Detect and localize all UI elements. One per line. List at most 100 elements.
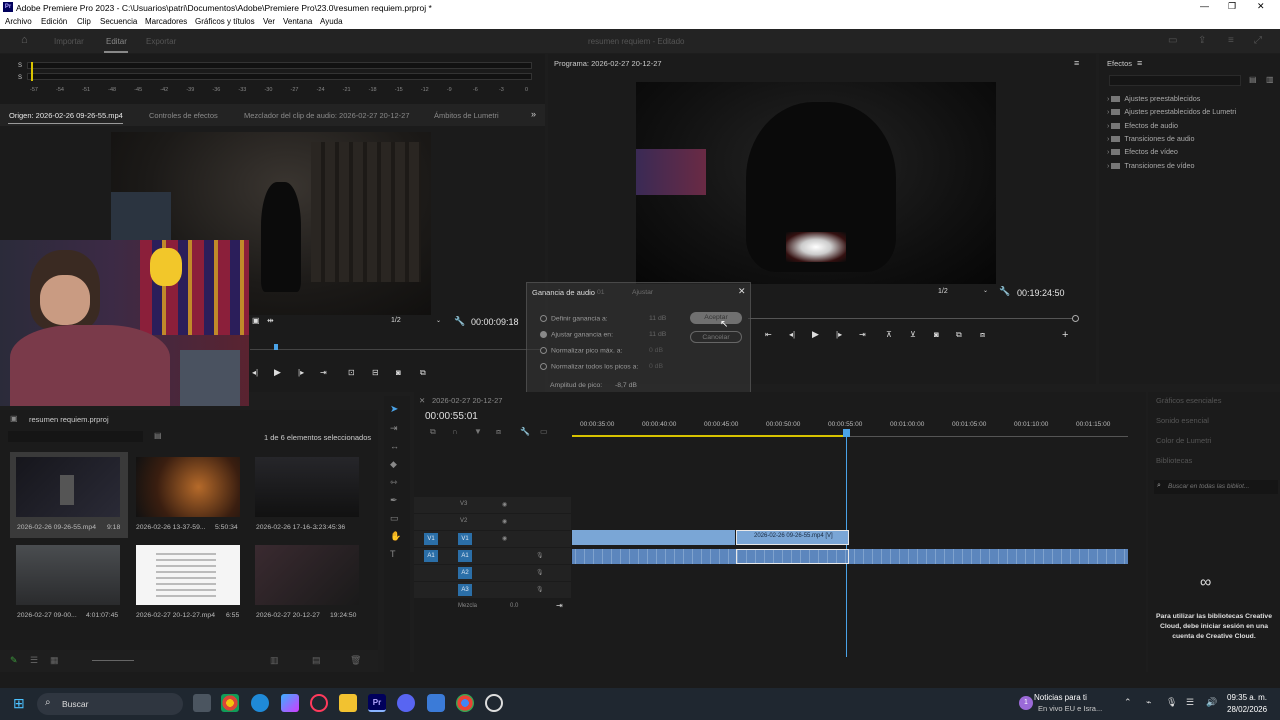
project-thumb[interactable] [136,545,240,605]
close-sequence-icon[interactable]: ✕ [419,396,425,405]
play-icon[interactable]: ▶ [812,329,819,340]
master-value[interactable]: 0.0 [510,603,518,609]
menu-icon[interactable]: ≡ [1228,35,1234,46]
source-playhead[interactable] [274,344,278,350]
tab-color-lumetri[interactable]: Color de Lumetri [1156,436,1211,445]
play-icon[interactable]: ▶ [274,367,281,378]
option-value[interactable]: 11 dB [649,331,666,338]
program-menu-icon[interactable]: ≡ [1074,58,1079,68]
effects-item-audio-transitions[interactable]: › Transiciones de audio [1107,134,1194,143]
project-thumb[interactable] [136,457,240,517]
presets-bin-icon[interactable]: ▤ [1249,75,1257,84]
fullscreen-icon[interactable]: ▭ [1168,35,1177,46]
tab-editar[interactable]: Editar [106,37,127,46]
chevron-up-icon[interactable]: ⌃ [1124,697,1132,708]
windows-start-icon[interactable]: ⊞ [13,695,25,712]
step-back-icon[interactable]: ◂| [789,330,795,339]
source-resolution[interactable]: 1/2 [391,317,401,324]
option-value[interactable]: 11 dB [649,315,666,322]
pencil-icon[interactable]: ✎ [10,655,18,666]
track-v1-label[interactable]: V1 [458,533,472,545]
go-to-in-icon[interactable]: ⇤ [765,330,772,339]
camera-icon[interactable]: ◙ [934,330,939,339]
minimize-icon[interactable]: — [1200,1,1209,11]
new-bin-icon[interactable]: ▤ [154,431,162,440]
taskbar-search[interactable]: ⌕ Buscar [37,693,183,715]
project-search-input[interactable] [8,431,143,442]
slip-icon[interactable]: ⇿ [390,477,398,488]
video-clip-selected[interactable]: 2026-02-26 09-26-55.mp4 [V] [736,530,849,545]
network-icon[interactable]: ⌁ [1146,697,1151,708]
new-bin-icon[interactable]: ▥ [1266,75,1274,84]
extract-icon[interactable]: ⊻ [910,330,916,339]
wifi-icon[interactable]: ☰ [1186,697,1194,708]
file-explorer-icon[interactable] [339,694,357,712]
mic-icon[interactable]: 🎙 [1166,697,1177,708]
option-value[interactable]: 0 dB [649,347,663,354]
menu-secuencia[interactable]: Secuencia [100,17,137,26]
track-a1-source[interactable]: A1 [424,550,438,562]
tab-bibliotecas[interactable]: Bibliotecas [1156,456,1192,465]
track-v1-source[interactable]: V1 [424,533,438,545]
wrench-icon[interactable]: 🔧 [999,286,1010,297]
restore-icon[interactable]: ❐ [1228,1,1236,12]
step-forward-icon[interactable]: |▸ [298,368,304,377]
source-scrubber[interactable] [250,346,540,350]
lift-icon[interactable]: ⊼ [886,330,892,339]
track-a3-label[interactable]: A3 [458,584,472,596]
news-subtitle[interactable]: En vivo EU e Isra... [1038,704,1102,713]
edge-icon[interactable] [251,694,269,712]
option-definir[interactable]: Definir ganancia a: [540,315,608,322]
tab-lumetri-scopes[interactable]: Ámbitos de Lumetri [434,111,499,120]
radio-icon[interactable] [540,363,547,370]
new-bin-icon[interactable]: ▤ [312,655,321,666]
audio-clip-selected[interactable] [736,549,849,564]
mic-icon[interactable]: 🎙 [536,586,544,593]
master-end-icon[interactable]: ⇥ [556,601,563,610]
pen-icon[interactable]: ✒ [390,495,398,506]
effects-item-ajustes[interactable]: › Ajustes preestablecidos [1107,94,1200,103]
mic-icon[interactable]: 🎙 [536,569,544,576]
cancel-button[interactable]: Cancelar [690,331,742,343]
program-scrub-end[interactable] [1072,315,1079,322]
snap-icon[interactable]: ⧉ [430,427,436,437]
chrome-icon[interactable] [456,694,474,712]
option-value[interactable]: 0 dB [649,363,663,370]
timeline-playhead-line[interactable] [846,437,847,657]
marker-icon[interactable]: ▼ [474,427,482,436]
type-icon[interactable]: T [390,549,396,559]
linked-icon[interactable]: ∩ [452,427,458,436]
option-ajustar[interactable]: Ajustar ganancia en: [540,331,613,338]
fit-icon[interactable]: ▣ [252,316,260,325]
radio-icon[interactable] [540,347,547,354]
video-clip[interactable] [572,530,735,545]
effects-item-audio-effects[interactable]: › Efectos de audio [1107,121,1178,130]
effects-item-lumetri[interactable]: › Ajustes preestablecidos de Lumetri [1107,107,1236,116]
track-v3-label[interactable]: V3 [460,501,467,507]
volume-icon[interactable]: 🔊 [1206,697,1217,708]
wrench-icon[interactable]: 🔧 [520,427,530,436]
effects-menu-icon[interactable]: ≡ [1137,58,1142,68]
eye-icon[interactable]: ◉ [502,518,507,525]
overwrite-icon[interactable]: ⊟ [372,368,379,377]
program-resolution[interactable]: 1/2 [938,288,948,295]
rectangle-icon[interactable]: ▭ [390,513,399,524]
close-icon[interactable]: ✕ [1257,1,1265,12]
effects-search-input[interactable] [1109,75,1241,86]
track-a2-label[interactable]: A2 [458,567,472,579]
menu-ayuda[interactable]: Ayuda [320,17,343,26]
discord-icon[interactable] [397,694,415,712]
wrench-icon[interactable]: 🔧 [454,316,465,327]
tab-importar[interactable]: Importar [54,37,84,46]
automate-icon[interactable]: ▥ [270,655,279,666]
mic-icon[interactable]: 🎙 [536,552,544,559]
hand-icon[interactable]: ✋ [390,531,401,542]
chevron-down-icon[interactable]: ⌄ [436,317,441,324]
radio-icon[interactable] [540,315,547,322]
expand-icon[interactable]: ⤢ [1254,35,1262,46]
menu-ventana[interactable]: Ventana [283,17,312,26]
tab-mezclador[interactable]: Mezclador del clip de audio: 2026-02-27 … [244,111,410,120]
option-normalizar-todos[interactable]: Normalizar todos los picos a: [540,363,638,370]
obs-icon[interactable] [485,694,503,712]
go-to-out-icon[interactable]: ⇥ [320,368,327,377]
